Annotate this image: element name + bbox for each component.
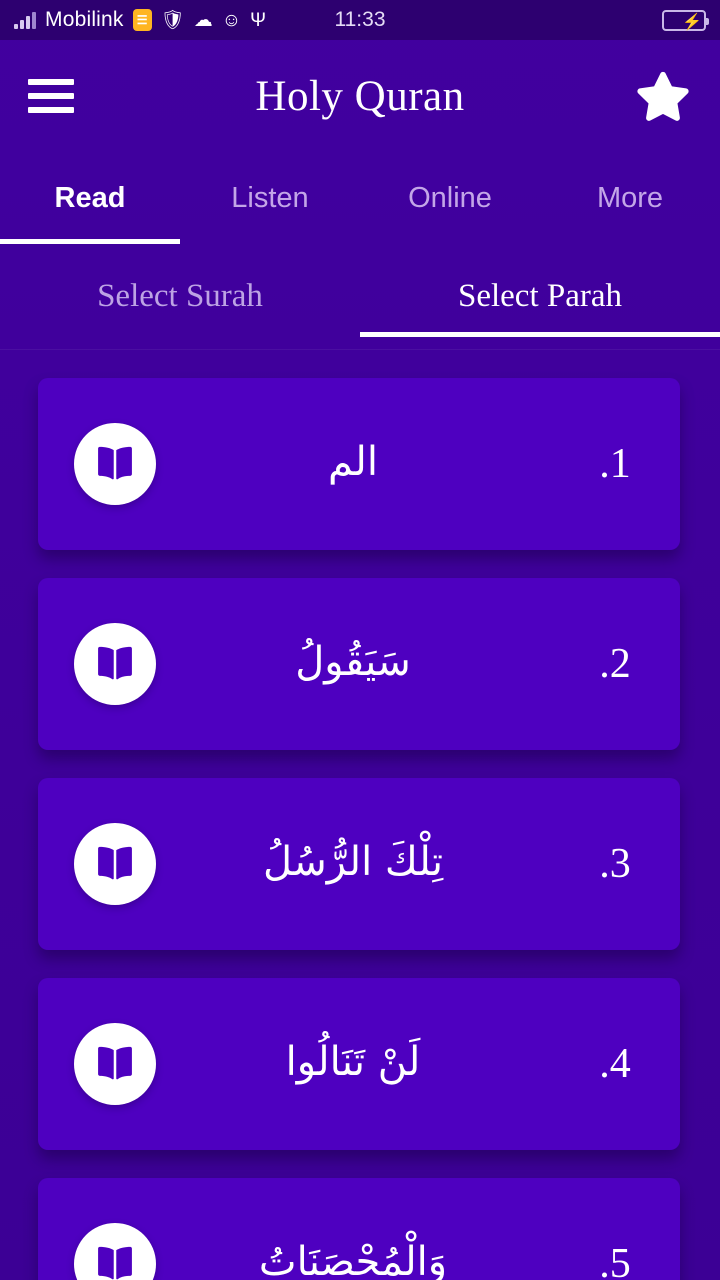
parah-list[interactable]: الم .1 سَيَقُولُ .2 تِلْكَ الرُّسُلُ .3 (0, 350, 720, 1280)
secondary-tab-bar: Select Surah Select Parah (0, 244, 720, 350)
parah-name: لَنْ تَنَالُوا (285, 1039, 421, 1085)
charging-bolt-icon: ⚡ (682, 13, 702, 31)
list-item[interactable]: وَالْمُحْصَنَاتُ .5 (38, 1178, 680, 1280)
parah-name: تِلْكَ الرُّسُلُ (263, 839, 443, 885)
primary-tab-bar: Read Listen Online More (0, 152, 720, 244)
app-bar: Holy Quran (0, 40, 720, 152)
parah-number: .3 (599, 841, 631, 887)
cloud-icon: ☁ (193, 9, 213, 31)
book-glyph (98, 1046, 132, 1080)
list-item[interactable]: سَيَقُولُ .2 (38, 578, 680, 750)
shield-icon: 🛡 (160, 9, 185, 31)
parah-number: .4 (599, 1041, 631, 1087)
list-item[interactable]: تِلْكَ الرُّسُلُ .3 (38, 778, 680, 950)
list-item[interactable]: لَنْ تَنَالُوا .4 (38, 978, 680, 1150)
list-item[interactable]: الم .1 (38, 378, 680, 550)
book-glyph (98, 646, 132, 680)
page-title: Holy Quran (255, 72, 465, 120)
book-glyph (98, 846, 132, 880)
open-book-icon (74, 1223, 156, 1280)
open-book-icon (74, 823, 156, 905)
subtab-select-parah[interactable]: Select Parah (360, 278, 720, 315)
parah-number: .2 (599, 641, 631, 687)
status-bar: Mobilink ☰ 🛡 ☁ ☺ Ψ 11:33 ⚡ (0, 0, 720, 40)
open-book-icon (74, 623, 156, 705)
open-book-icon (74, 423, 156, 505)
tab-read[interactable]: Read (0, 182, 180, 215)
parah-number: .1 (599, 441, 631, 487)
parah-name: سَيَقُولُ (295, 639, 411, 685)
status-bar-right: ⚡ (662, 9, 709, 31)
battery-icon: ⚡ (662, 9, 709, 31)
star-icon (637, 71, 689, 121)
usb-icon: Ψ (250, 9, 267, 31)
book-glyph (98, 446, 132, 480)
app-screen: Mobilink ☰ 🛡 ☁ ☺ Ψ 11:33 ⚡ Holy Quran Re… (0, 0, 720, 1280)
open-book-icon (74, 1023, 156, 1105)
parah-number: .5 (599, 1241, 631, 1280)
owl-icon: ☺ (221, 9, 242, 31)
subtab-select-surah[interactable]: Select Surah (0, 278, 360, 315)
active-subtab-indicator (360, 332, 720, 337)
tab-more[interactable]: More (540, 182, 720, 215)
book-glyph (98, 1246, 132, 1280)
carrier-label: Mobilink (45, 8, 124, 31)
status-bar-left: Mobilink ☰ 🛡 ☁ ☺ Ψ (14, 8, 266, 32)
parah-name: وَالْمُحْصَنَاتُ (258, 1239, 448, 1280)
favorites-button[interactable] (634, 67, 692, 125)
tab-listen[interactable]: Listen (180, 182, 360, 215)
tab-online[interactable]: Online (360, 182, 540, 215)
clock-label: 11:33 (334, 8, 386, 31)
signal-bars-icon (14, 11, 36, 29)
sim-card-icon: ☰ (132, 9, 152, 31)
parah-name: الم (328, 439, 378, 485)
